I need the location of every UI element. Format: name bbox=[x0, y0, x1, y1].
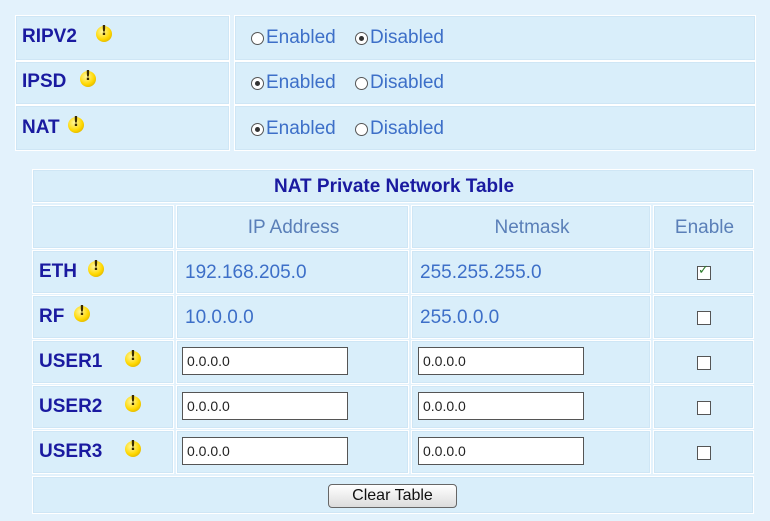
nat-enabled-radio[interactable] bbox=[251, 122, 264, 136]
eth-enable-checkbox[interactable] bbox=[697, 263, 711, 280]
setting-label-cell-nat: NAT bbox=[15, 105, 230, 151]
table-row-enable-cell bbox=[653, 340, 754, 384]
table-row-netmask-cell bbox=[411, 430, 651, 474]
radio-label: Disabled bbox=[370, 118, 444, 139]
info-icon[interactable] bbox=[96, 24, 112, 42]
radio-label: Disabled bbox=[370, 27, 444, 48]
setting-label-nat: NAT bbox=[22, 117, 60, 138]
setting-options-cell-nat: Enabled Disabled bbox=[234, 105, 756, 151]
rf-enable-checkbox[interactable] bbox=[697, 311, 711, 325]
header-enable-cell: Enable bbox=[653, 205, 754, 249]
table-row-ip-cell: 192.168.205.0 bbox=[176, 250, 409, 294]
user1-enable-checkbox[interactable] bbox=[697, 356, 711, 370]
user2-netmask-input[interactable] bbox=[418, 392, 584, 420]
row-label-user1: USER1 bbox=[39, 351, 103, 372]
nat-table-title-cell: NAT Private Network Table bbox=[32, 169, 754, 203]
table-row-ip-cell bbox=[176, 385, 409, 429]
info-icon[interactable] bbox=[68, 115, 84, 133]
table-row-label-cell: USER2 bbox=[32, 385, 174, 429]
table-row-enable-cell bbox=[653, 295, 754, 339]
user3-netmask-input[interactable] bbox=[418, 437, 584, 465]
table-row-label-cell: USER1 bbox=[32, 340, 174, 384]
setting-label-ipsd: IPSD bbox=[22, 71, 67, 92]
user3-enable-checkbox[interactable] bbox=[697, 446, 711, 460]
table-row-label-cell: USER3 bbox=[32, 430, 174, 474]
ripv2-disabled-radio[interactable] bbox=[355, 31, 369, 45]
eth-ip-value: 192.168.205.0 bbox=[185, 262, 307, 283]
user3-ip-input[interactable] bbox=[182, 437, 348, 465]
setting-label-cell-ripv2: RIPV2 bbox=[15, 15, 230, 61]
row-label-user3: USER3 bbox=[39, 441, 103, 462]
nat-disabled-radio[interactable] bbox=[355, 122, 369, 136]
setting-label-ripv2: RIPV2 bbox=[22, 26, 77, 47]
table-row-netmask-cell: 255.255.255.0 bbox=[411, 250, 651, 294]
row-label-user2: USER2 bbox=[39, 396, 103, 417]
info-icon[interactable] bbox=[74, 304, 90, 322]
info-icon[interactable] bbox=[80, 69, 96, 87]
table-row-netmask-cell: 255.0.0.0 bbox=[411, 295, 651, 339]
radio-label: Enabled bbox=[266, 27, 336, 48]
header-netmask-cell: Netmask bbox=[411, 205, 651, 249]
router-settings-page: RIPV2 Enabled Disabled IPSD Enabled Disa… bbox=[0, 0, 770, 521]
table-row-label-cell: RF bbox=[32, 295, 174, 339]
table-row-ip-cell bbox=[176, 340, 409, 384]
table-row-ip-cell: 10.0.0.0 bbox=[176, 295, 409, 339]
ipsd-disabled-radio[interactable] bbox=[355, 76, 369, 90]
nat-table-title: NAT Private Network Table bbox=[273, 176, 515, 197]
info-icon[interactable] bbox=[125, 394, 141, 412]
ripv2-enabled-radio[interactable] bbox=[251, 31, 264, 45]
user2-ip-input[interactable] bbox=[182, 392, 348, 420]
rf-ip-value: 10.0.0.0 bbox=[185, 307, 254, 328]
table-row-enable-cell bbox=[653, 430, 754, 474]
info-icon[interactable] bbox=[125, 439, 141, 457]
header-ip-cell: IP Address bbox=[176, 205, 409, 249]
setting-options-cell-ipsd: Enabled Disabled bbox=[234, 61, 756, 105]
ipsd-enabled-radio[interactable] bbox=[251, 76, 264, 90]
radio-label: Disabled bbox=[370, 72, 444, 93]
table-row-netmask-cell bbox=[411, 385, 651, 429]
setting-label-cell-ipsd: IPSD bbox=[15, 61, 230, 105]
eth-netmask-value: 255.255.255.0 bbox=[420, 262, 542, 283]
info-icon[interactable] bbox=[125, 349, 141, 367]
info-icon[interactable] bbox=[88, 259, 104, 277]
radio-label: Enabled bbox=[266, 72, 336, 93]
table-row-enable-cell bbox=[653, 250, 754, 294]
user2-enable-checkbox[interactable] bbox=[697, 401, 711, 415]
row-label-rf: RF bbox=[39, 306, 65, 327]
table-row-enable-cell bbox=[653, 385, 754, 429]
user1-netmask-input[interactable] bbox=[418, 347, 584, 375]
table-row-ip-cell bbox=[176, 430, 409, 474]
clear-table-button[interactable]: Clear Table bbox=[328, 484, 457, 508]
table-row-netmask-cell bbox=[411, 340, 651, 384]
radio-label: Enabled bbox=[266, 118, 336, 139]
rf-netmask-value: 255.0.0.0 bbox=[420, 307, 500, 328]
column-header-ip: IP Address bbox=[247, 217, 340, 238]
header-empty-cell bbox=[32, 205, 174, 249]
user1-ip-input[interactable] bbox=[182, 347, 348, 375]
table-row-label-cell: ETH bbox=[32, 250, 174, 294]
row-label-eth: ETH bbox=[39, 261, 77, 282]
column-header-enable: Enable bbox=[674, 217, 735, 238]
setting-options-cell-ripv2: Enabled Disabled bbox=[234, 15, 756, 61]
column-header-netmask: Netmask bbox=[494, 217, 570, 238]
